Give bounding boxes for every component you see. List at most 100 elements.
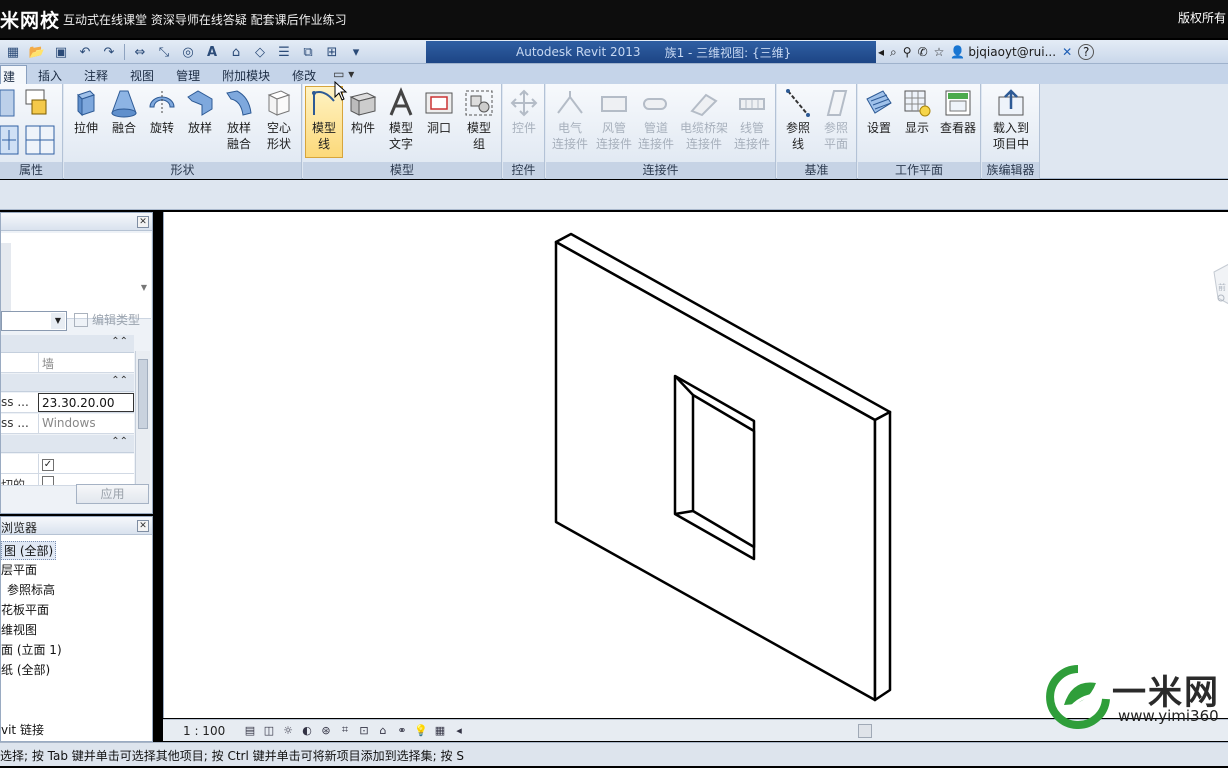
conduit-connector-button[interactable]: 线管 连接件 [730, 87, 774, 157]
component-button[interactable]: 构件 [345, 87, 381, 157]
instance-filter-combo[interactable]: ▼ [1, 311, 67, 331]
3d-view-icon[interactable]: ⌂ [225, 42, 247, 62]
section-icon[interactable]: ◇ [249, 42, 271, 62]
horizontal-scroll-thumb[interactable] [858, 724, 872, 738]
analysis-display-icon[interactable]: ▦ [433, 723, 447, 737]
duct-connector-button[interactable]: 风管 连接件 [592, 87, 636, 157]
workplane-show-button[interactable]: 显示 [898, 87, 936, 157]
tab-insert[interactable]: 插入 [27, 65, 73, 84]
viewcube-icon[interactable]: 前 [1213, 263, 1228, 305]
cable-tray-connector-button[interactable]: 电缆桥架 连接件 [676, 87, 732, 157]
tree-node-revit-links[interactable]: vit 链接 [1, 721, 44, 738]
tree-node-3d-views[interactable]: 维视图 [1, 621, 37, 638]
measure-icon[interactable]: ⇔ [129, 42, 151, 62]
property-row[interactable]: ss ... Windows [1, 414, 134, 434]
visual-style-icon[interactable]: ◫ [262, 723, 276, 737]
help-button[interactable]: ? [1078, 44, 1095, 60]
unchecked-checkbox[interactable] [42, 476, 54, 485]
model-text-button[interactable]: 模型 文字 [383, 87, 419, 157]
shadows-icon[interactable]: ◐ [300, 723, 314, 737]
void-forms-button[interactable]: 空心 形状 [260, 87, 298, 157]
tree-node-elevations[interactable]: 面 (立面 1) [1, 641, 62, 658]
property-row[interactable]: ✓ [1, 454, 134, 474]
expand-search-icon[interactable]: ◂ [878, 45, 884, 59]
property-row[interactable]: ss ... 23.30.20.00 [1, 393, 134, 413]
scroll-thumb[interactable] [138, 359, 148, 429]
pipe-connector-button[interactable]: 管道 连接件 [634, 87, 678, 157]
electrical-connector-button[interactable]: 电气 连接件 [548, 87, 592, 157]
property-group-header[interactable]: ⌃⌃ [1, 374, 134, 392]
customize-qat-icon[interactable]: ▾ [345, 42, 367, 62]
reveal-hidden-icon[interactable]: 💡 [414, 723, 428, 737]
switch-windows-icon[interactable]: ⊞ [321, 42, 343, 62]
tab-addins[interactable]: 附加模块 [211, 65, 281, 84]
tree-node-sheets[interactable]: 纸 (全部) [1, 661, 50, 678]
favorites-star-icon[interactable]: ☆ [934, 45, 945, 59]
open-icon[interactable]: 📂 [26, 42, 48, 62]
close-hidden-windows-icon[interactable]: ⧉ [297, 42, 319, 62]
browser-close-icon[interactable]: ✕ [137, 520, 149, 532]
sweep-button[interactable]: 放样 [182, 87, 218, 157]
control-button[interactable]: 控件 [505, 87, 543, 157]
tab-annotate[interactable]: 注释 [73, 65, 119, 84]
load-into-project-button[interactable]: 载入到 项目中 [986, 87, 1036, 157]
view-scale[interactable]: 1 : 100 [183, 724, 225, 738]
checked-checkbox[interactable]: ✓ [42, 459, 54, 471]
type-selector-preview[interactable]: ▼ [1, 233, 151, 319]
exchange-x-icon[interactable]: ✕ [1062, 45, 1072, 59]
rendering-dialog-icon[interactable]: ⊛ [319, 723, 333, 737]
properties-close-icon[interactable]: ✕ [137, 216, 149, 228]
model-group-button[interactable]: 模型 组 [459, 87, 499, 157]
properties-icon[interactable] [0, 86, 60, 156]
tree-node-views-all[interactable]: 图 (全部) [1, 541, 57, 560]
reference-line-button[interactable]: 参照 线 [779, 87, 817, 157]
crop-view-icon[interactable]: ⌗ [338, 723, 352, 737]
aligned-dimension-icon[interactable]: ⤡ [153, 42, 175, 62]
lock-3d-view-icon[interactable]: ⌂ [376, 723, 390, 737]
tab-view[interactable]: 视图 [119, 65, 165, 84]
wall-model-drawing[interactable]: 前 [164, 212, 1228, 718]
opening-button[interactable]: 洞口 [421, 87, 457, 157]
workplane-viewer-button[interactable]: 查看器 [938, 87, 978, 157]
apply-button[interactable]: 应用 [76, 484, 149, 504]
revolve-button[interactable]: 旋转 [144, 87, 180, 157]
redo-icon[interactable]: ↷ [98, 42, 120, 62]
user-signin[interactable]: 👤 bjqiaoyt@rui... [950, 45, 1056, 59]
reference-plane-button[interactable]: 参照 平面 [817, 87, 855, 157]
undo-icon[interactable]: ↶ [74, 42, 96, 62]
text-icon[interactable]: A [201, 42, 223, 62]
blend-button[interactable]: 融合 [106, 87, 142, 157]
tree-node-ceiling-plans[interactable]: 花板平面 [1, 601, 49, 618]
app-menu-icon[interactable]: ▦ [2, 42, 24, 62]
save-icon[interactable]: ▣ [50, 42, 72, 62]
temporary-hide-icon[interactable]: ⚭ [395, 723, 409, 737]
tab-manage[interactable]: 管理 [165, 65, 211, 84]
edit-type-button[interactable]: 编辑类型 [74, 311, 140, 328]
collapse-chevron-icon[interactable]: ⌃⌃ [111, 375, 128, 386]
swept-blend-button[interactable]: 放样 融合 [220, 87, 258, 157]
thin-lines-icon[interactable]: ☰ [273, 42, 295, 62]
property-value-checkbox[interactable]: ✓ [38, 454, 134, 473]
drawing-area-3d-view[interactable]: 前 [163, 212, 1228, 718]
property-group-header[interactable]: ⌃⌃ [1, 335, 134, 353]
tree-node-ref-level[interactable]: 参照标高 [7, 581, 55, 598]
subscription-icon[interactable]: ⚲ [903, 45, 912, 59]
properties-scrollbar[interactable] [135, 351, 150, 489]
type-selector-dropdown-icon[interactable]: ▼ [141, 283, 147, 292]
property-row[interactable]: 墙 [1, 353, 134, 373]
detail-level-icon[interactable]: ▤ [243, 723, 257, 737]
collapse-chevron-icon[interactable]: ⌃⌃ [111, 336, 128, 347]
sun-path-icon[interactable]: ☼ [281, 723, 295, 737]
tag-icon[interactable]: ◎ [177, 42, 199, 62]
omniclass-number-input[interactable]: 23.30.20.00 [38, 393, 134, 412]
extrude-button[interactable]: 拉伸 [68, 87, 104, 157]
tab-modify[interactable]: 修改 [281, 65, 327, 84]
show-crop-region-icon[interactable]: ⊡ [357, 723, 371, 737]
tab-create[interactable]: 建 [0, 65, 28, 84]
communication-icon[interactable]: ✆ [918, 45, 928, 59]
property-group-header[interactable]: ⌃⌃ [1, 435, 134, 453]
tree-node-floor-plans[interactable]: 层平面 [1, 561, 37, 578]
combo-dropdown-icon[interactable]: ▼ [51, 313, 65, 329]
binoculars-icon[interactable]: ⌕ [890, 45, 897, 60]
collapse-chevron-icon[interactable]: ⌃⌃ [111, 436, 128, 447]
